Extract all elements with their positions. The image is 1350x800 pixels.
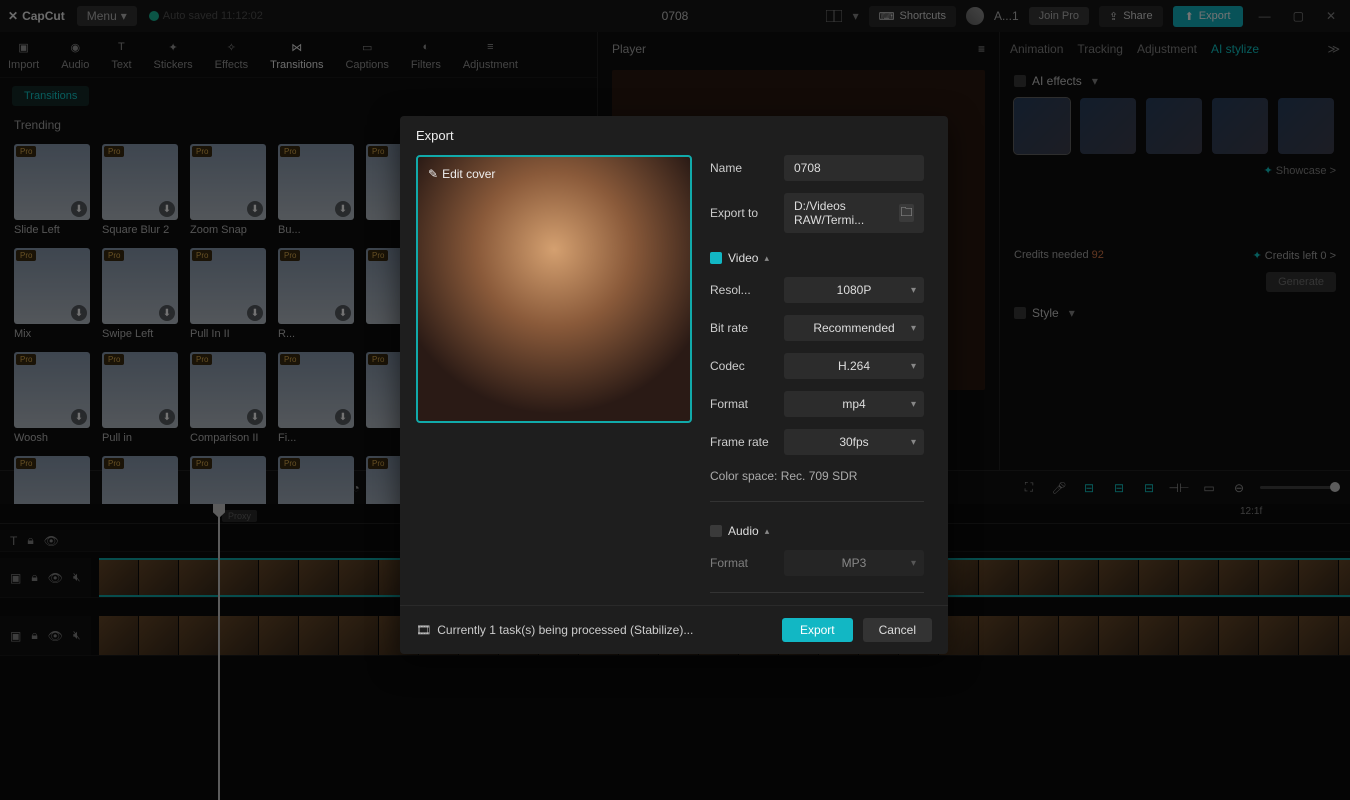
edit-cover-label: Edit cover xyxy=(442,167,495,181)
format-label: Format xyxy=(710,397,772,411)
processing-status: 🎞︎ Currently 1 task(s) being processed (… xyxy=(416,623,693,637)
video-checkbox[interactable] xyxy=(710,252,722,264)
cancel-button[interactable]: Cancel xyxy=(863,618,932,642)
export-form: Name 0708 Export to D:/Videos RAW/Termi.… xyxy=(710,155,932,595)
export-to-input[interactable]: D:/Videos RAW/Termi... 🗀 xyxy=(784,193,924,233)
caret-up-icon[interactable]: ▴ xyxy=(764,253,769,264)
format-select[interactable]: mp4 xyxy=(784,391,924,417)
name-input[interactable]: 0708 xyxy=(784,155,924,181)
codec-select[interactable]: H.264 xyxy=(784,353,924,379)
cover-preview[interactable]: ✎ Edit cover xyxy=(416,155,692,423)
framerate-label: Frame rate xyxy=(710,435,772,449)
folder-icon[interactable]: 🗀 xyxy=(899,204,914,222)
audio-section-label: Audio xyxy=(728,524,759,538)
export-confirm-button[interactable]: Export xyxy=(782,618,853,642)
video-section-label: Video xyxy=(728,251,758,265)
bitrate-select[interactable]: Recommended xyxy=(784,315,924,341)
resolution-label: Resol... xyxy=(710,283,772,297)
resolution-select[interactable]: 1080P xyxy=(784,277,924,303)
codec-label: Codec xyxy=(710,359,772,373)
audio-checkbox[interactable] xyxy=(710,525,722,537)
audio-format-select[interactable]: MP3 xyxy=(784,550,924,576)
color-space-text: Color space: Rec. 709 SDR xyxy=(710,467,924,485)
modal-title: Export xyxy=(400,116,948,155)
export-path: D:/Videos RAW/Termi... xyxy=(794,199,899,227)
export-modal: Export ✎ Edit cover Name 0708 Export to … xyxy=(400,116,948,654)
pencil-icon: ✎ xyxy=(428,167,438,181)
film-icon: 🎞︎ xyxy=(416,623,431,637)
export-to-label: Export to xyxy=(710,206,772,220)
edit-cover-button[interactable]: ✎ Edit cover xyxy=(428,167,495,181)
framerate-select[interactable]: 30fps xyxy=(784,429,924,455)
bitrate-label: Bit rate xyxy=(710,321,772,335)
audio-format-label: Format xyxy=(710,556,772,570)
name-label: Name xyxy=(710,161,772,175)
caret-up-icon[interactable]: ▴ xyxy=(765,526,770,537)
